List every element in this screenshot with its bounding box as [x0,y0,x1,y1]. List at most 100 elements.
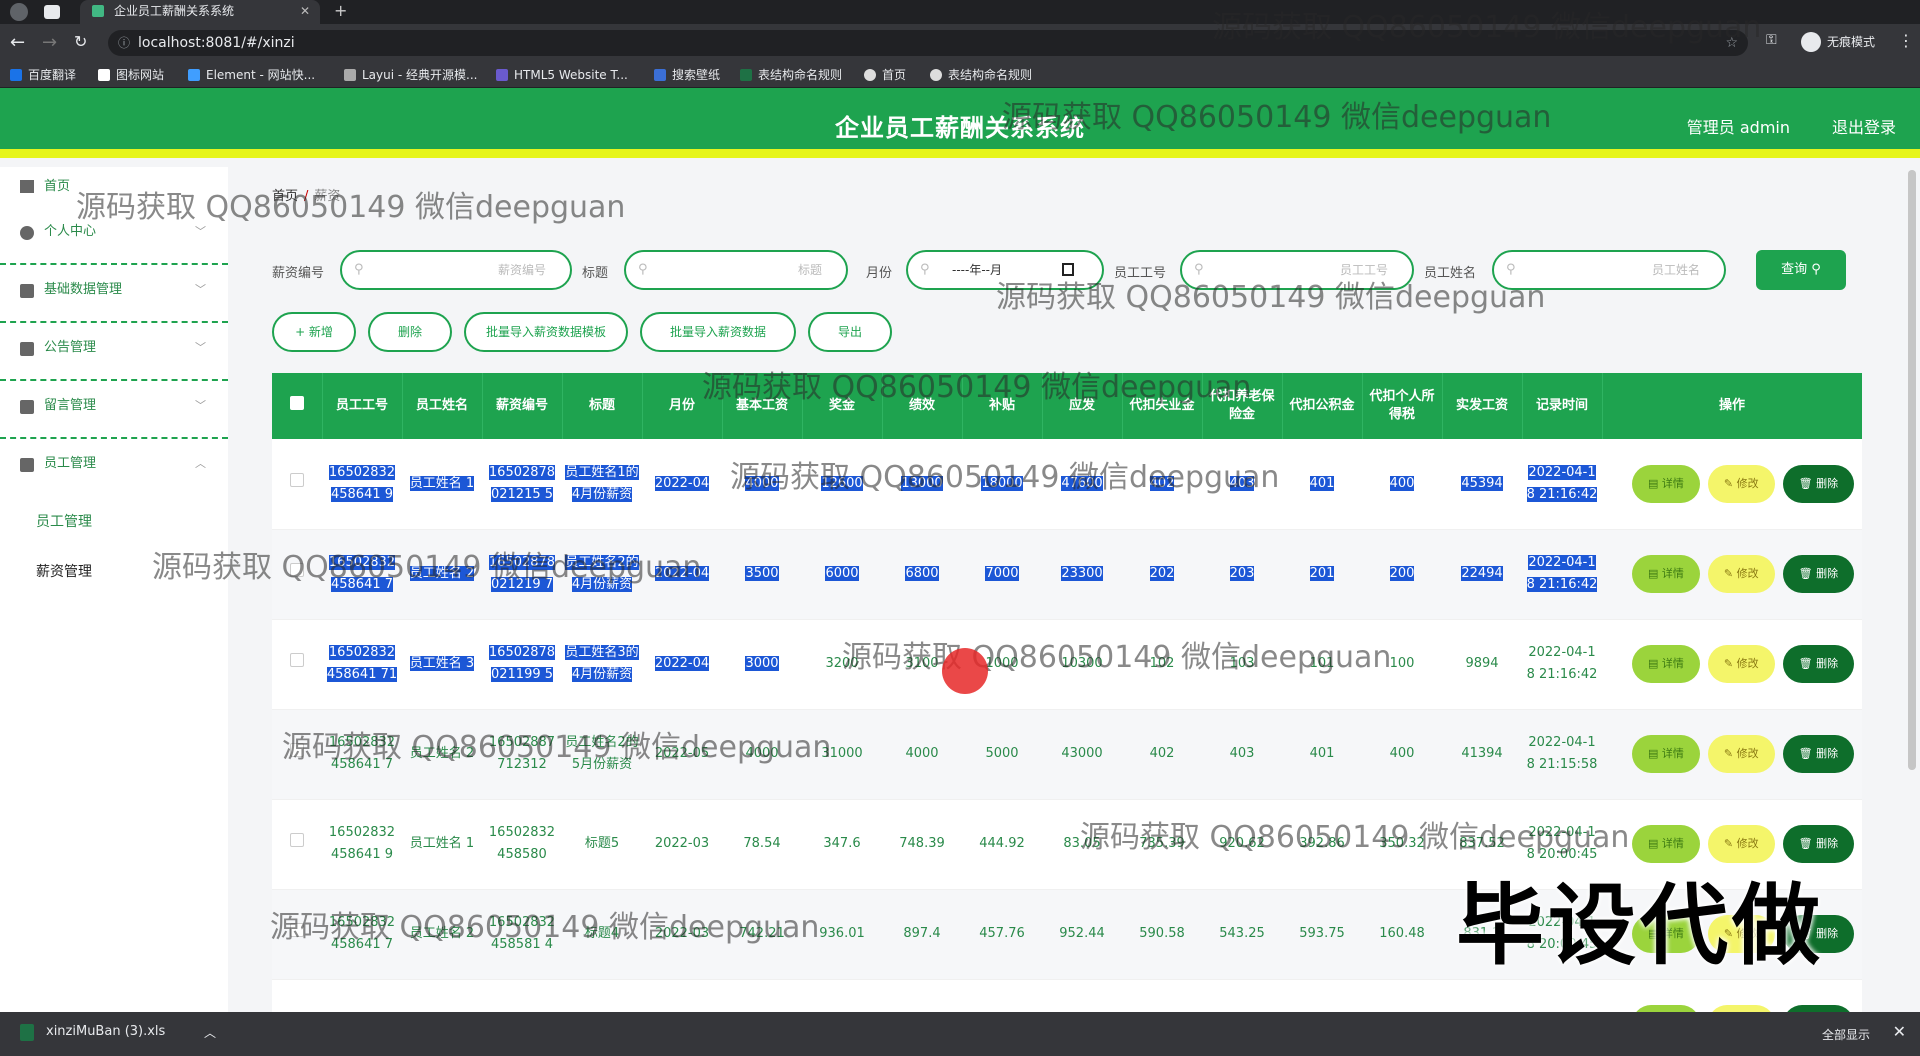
table-cell: 2022-03 [642,799,722,890]
close-icon[interactable]: ✕ [1893,1022,1906,1041]
user-icon [20,226,34,240]
table-cell: 员工姓名1的4月份薪资 [562,439,642,530]
emp-no-input[interactable]: ⚲ 员工工号 [1180,250,1414,290]
table-cell: 16502832458641 7 [322,889,402,980]
reload-icon[interactable]: ↻ [74,32,87,51]
show-all-downloads[interactable]: 全部显示 [1822,1026,1870,1043]
download-template-button[interactable]: 批量导入薪资数据模板 [464,312,628,352]
bookmark-item[interactable]: 表结构命名规则 [930,66,1032,84]
table-row[interactable]: 16502832458641 71 员工姓名 3 16502878021199 5员… [272,619,1862,710]
row-checkbox[interactable] [272,529,322,620]
table-cell: 400 [1362,709,1442,800]
table-cell: 16502832458581 4 [482,889,562,980]
detail-button[interactable]: ▤ 详情 [1632,735,1700,773]
sidebar-sub-salary-manage[interactable]: 薪资管理 [0,547,228,597]
browser-tab[interactable]: 企业员工薪酬关系系统 ✕ [80,0,320,24]
bookmark-item[interactable]: 图标网站 [98,66,164,84]
edit-button[interactable]: ✎ 修改 [1707,735,1775,773]
tab-close-icon[interactable]: ✕ [300,0,310,22]
new-tab-icon[interactable]: + [334,0,347,22]
table-row[interactable]: 16502832458641 7 员工姓名 2 16502878021219 7 员工… [272,529,1862,620]
element-icon [188,69,200,81]
window-icon[interactable] [44,5,60,19]
delete-button[interactable]: 🗑 删除 [1782,464,1855,503]
delete-button[interactable]: 🗑 删除 [1782,555,1855,593]
admin-label: 管理员 admin [1686,118,1790,137]
logout-link[interactable]: 退出登录 [1832,114,1896,138]
edit-button[interactable]: ✎ 修改 [1707,645,1775,683]
sidebar-item-notice[interactable]: 公告管理 ﹀ [0,323,228,381]
incognito-badge[interactable]: 无痕模式 [1795,29,1885,55]
table-cell: 16502832458641 9 [322,799,402,890]
chevron-up-icon[interactable]: ︿ [204,1024,216,1041]
breadcrumb-home[interactable]: 首页 [272,189,298,204]
page-scrollbar[interactable] [1908,170,1916,770]
table-cell: 202 [1122,529,1202,620]
bookmark-item[interactable]: 百度翻译 [10,66,76,84]
row-checkbox[interactable] [272,439,322,530]
detail-button[interactable]: ▤ 详情 [1632,464,1700,503]
detail-button[interactable]: ▤ 详情 [1632,645,1700,683]
bookmark-item[interactable]: 首页 [864,66,906,84]
table-cell: 102 [1122,619,1202,710]
table-cell: 16502832458641 9 [322,439,402,530]
table-row[interactable]: 16502832458641 7 员工姓名 2 16502887 712312 员工姓… [272,709,1862,800]
download-bar: xinziMuBan (3).xls ︿ 全部显示 ✕ [0,1012,1920,1056]
bookmark-item[interactable]: Element - 网站快... [188,66,315,84]
select-all-checkbox[interactable] [272,373,323,439]
detail-button[interactable]: ▤ 详情 [1632,1005,1700,1012]
title-input[interactable]: ⚲ 标题 [624,250,848,290]
batch-import-button[interactable]: 批量导入薪资数据 [640,312,796,352]
search-label-month: 月份 [866,266,893,281]
key-icon[interactable]: ⚿ [1766,32,1777,48]
row-actions: ▤ 详情✎ 修改🗑 删除 [1602,439,1862,530]
delete-button[interactable]: 🗑 删除 [1782,1005,1855,1012]
sidebar-item-home[interactable]: 首页 [0,167,228,207]
browser-menu-kebab-icon[interactable]: ⋮ [1898,31,1914,50]
detail-button[interactable]: ▤ 详情 [1632,555,1700,593]
calendar-icon[interactable] [1062,263,1074,276]
breadcrumb: 首页 / 薪资 [272,185,340,204]
url-field[interactable]: ⓘ localhost:8081/#/xinzi ☆ [108,30,1748,56]
column-header: 薪资编号 [482,373,563,439]
row-checkbox[interactable] [272,619,322,710]
edit-button[interactable]: ✎ 修改 [1707,464,1775,503]
browser-menu-icon[interactable] [10,3,28,21]
row-checkbox[interactable] [272,709,322,800]
monitor-icon [20,342,34,356]
month-picker[interactable]: ⚲ ----年--月 [906,250,1104,290]
edit-button[interactable]: ✎ 修改 [1707,1005,1775,1012]
table-row[interactable]: 16502832458641 9 员工姓名 1 16502878021215 5 员工… [272,439,1862,530]
table-row[interactable]: 16502832员工姓名16502832 2022-04 ▤ 详情 ✎ 修改 🗑 删除 [272,979,1862,1012]
bookmark-item[interactable]: 搜索壁纸 [654,66,720,84]
site-info-icon[interactable]: ⓘ [118,30,130,56]
sidebar-item-base-data[interactable]: 基础数据管理 ﹀ [0,265,228,323]
export-button[interactable]: 导出 [808,312,892,352]
add-button[interactable]: + 新增 [272,312,356,352]
sidebar-item-messages[interactable]: 留言管理 ﹀ [0,381,228,439]
scrollbar-thumb[interactable] [1908,170,1916,770]
row-checkbox[interactable] [272,979,322,1012]
bookmark-item[interactable]: HTML5 Website T... [496,66,628,84]
row-checkbox[interactable] [272,889,322,980]
emp-name-input[interactable]: ⚲ 员工姓名 [1492,250,1726,290]
sidebar-item-employee[interactable]: 员工管理 ︿ [0,439,228,497]
sidebar-sub-employee-manage[interactable]: 员工管理 [0,497,228,547]
row-checkbox[interactable] [272,799,322,890]
query-button[interactable]: 查询 ⚲ [1756,250,1846,290]
delete-button[interactable]: 🗑 删除 [1782,735,1855,773]
forward-icon[interactable]: → [42,32,57,53]
delete-button[interactable]: 🗑 删除 [1782,645,1855,683]
back-icon[interactable]: ← [10,32,25,53]
salary-no-input[interactable]: ⚲ 薪资编号 [340,250,572,290]
delete-button[interactable]: 删除 [368,312,452,352]
download-item[interactable]: xinziMuBan (3).xls [20,1024,165,1041]
bookmark-star-icon[interactable]: ☆ [1725,30,1738,56]
edit-button[interactable]: ✎ 修改 [1707,555,1775,593]
sidebar-item-personal[interactable]: 个人中心 ﹀ [0,207,228,265]
column-header: 员工姓名 [402,373,483,439]
bookmark-item[interactable]: Layui - 经典开源模... [344,66,477,84]
table-cell: 2022-04-18 21:16:42 [1522,529,1602,620]
table-cell: 201 [1282,529,1362,620]
bookmark-item[interactable]: 表结构命名规则 [740,66,842,84]
